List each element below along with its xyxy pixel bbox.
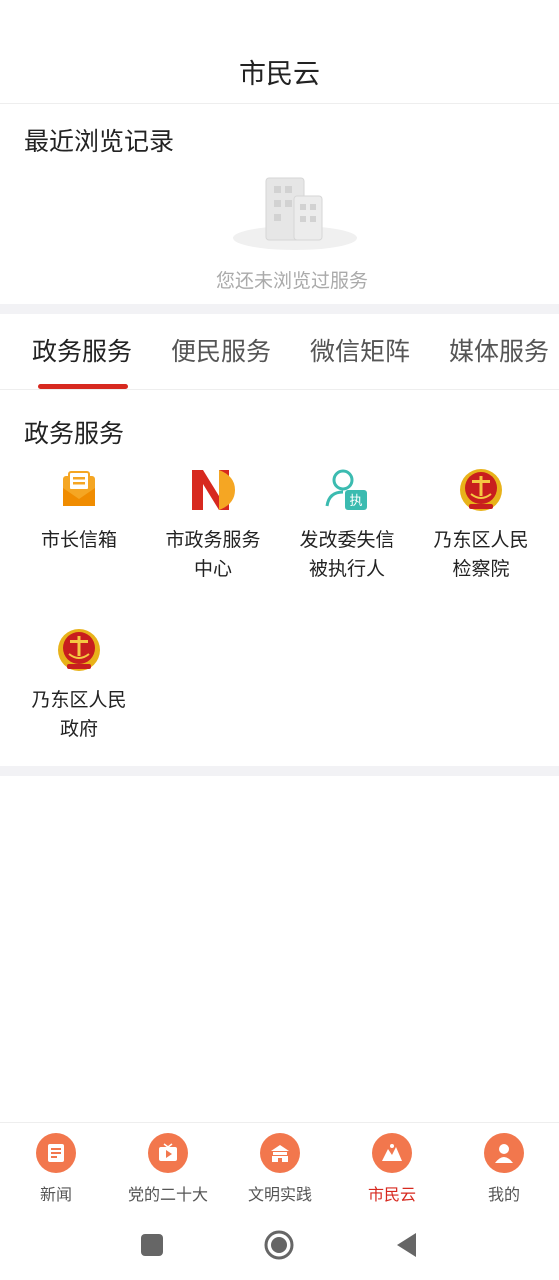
page-title: 市民云	[239, 59, 320, 90]
service-mayor-mailbox[interactable]: 市长信箱	[12, 466, 146, 555]
nav-label: 我的	[487, 1185, 520, 1204]
video-icon	[148, 1133, 188, 1173]
nav-label: 新闻	[39, 1185, 72, 1204]
nav-news[interactable]: 新闻	[0, 1133, 112, 1205]
service-district-government[interactable]: 乃东区人民 政府	[12, 626, 146, 744]
news-icon	[36, 1133, 76, 1173]
back-button[interactable]	[392, 1230, 422, 1260]
service-dishonest-persons[interactable]: 执 发改委失信 被执行人	[280, 466, 414, 584]
service-label: 乃东区人民 政府	[31, 689, 127, 740]
section-divider	[0, 304, 559, 314]
nav-city-cloud[interactable]: 市民云	[336, 1133, 448, 1205]
active-tab-indicator	[38, 384, 128, 389]
nav-civilization-practice[interactable]: 文明实践	[224, 1133, 336, 1205]
service-label: 发改委失信 被执行人	[299, 529, 395, 580]
government-emblem-icon	[58, 629, 100, 671]
service-label: 市长信箱	[40, 529, 117, 551]
services-section-title: 政务服务	[24, 419, 125, 448]
svg-text:执: 执	[349, 494, 362, 509]
nav-label: 市民云	[367, 1185, 416, 1204]
tab-gov-services[interactable]: 政务服务	[32, 332, 132, 368]
service-gov-center[interactable]: 市政务服务 中心	[146, 466, 280, 584]
mailbox-icon	[63, 471, 95, 506]
recent-title: 最近浏览记录	[24, 127, 175, 156]
recent-empty-text: 您还未浏览过服务	[215, 270, 368, 292]
system-nav-bar	[0, 1210, 559, 1280]
tab-convenience-services[interactable]: 便民服务	[171, 332, 271, 368]
nav-label: 党的二十大	[127, 1185, 208, 1204]
nav-profile[interactable]: 我的	[448, 1133, 559, 1205]
recent-apps-button[interactable]	[137, 1230, 167, 1260]
profile-icon	[484, 1133, 524, 1173]
home-button[interactable]	[264, 1230, 294, 1260]
city-cloud-icon	[372, 1133, 412, 1173]
service-label: 乃东区人民 检察院	[433, 529, 529, 580]
gov-service-center-logo	[192, 470, 235, 510]
empty-state-illustration	[233, 177, 357, 250]
bottom-nav-bar: 新闻 党的二十大 文明实践 市民云 我的	[0, 1122, 559, 1210]
nav-label: 文明实践	[247, 1185, 312, 1204]
person-enforce-icon: 执	[325, 469, 367, 510]
service-label: 市政务服务 中心	[165, 529, 261, 580]
tab-media-services[interactable]: 媒体服务	[449, 332, 549, 368]
procuratorate-emblem-icon	[460, 469, 502, 511]
section-divider	[0, 766, 559, 776]
category-tabs: 政务服务 便民服务 微信矩阵 媒体服务	[0, 314, 559, 390]
tab-wechat-matrix[interactable]: 微信矩阵	[310, 332, 410, 368]
app-header: 市民云	[0, 0, 559, 104]
nav-party-congress[interactable]: 党的二十大	[112, 1133, 224, 1205]
tiananmen-icon	[260, 1133, 300, 1173]
service-procuratorate[interactable]: 乃东区人民 检察院	[414, 466, 548, 584]
